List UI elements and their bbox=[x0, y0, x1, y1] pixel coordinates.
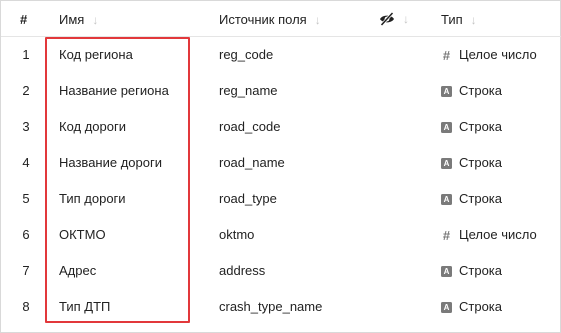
field-type-label: Целое число bbox=[459, 227, 537, 242]
string-type-icon: A bbox=[441, 85, 452, 97]
field-source: road_code bbox=[219, 119, 281, 134]
column-header-type[interactable]: Тип ↓ bbox=[441, 12, 477, 27]
field-type[interactable]: A Строка bbox=[441, 181, 502, 217]
field-source: reg_name bbox=[219, 83, 278, 98]
row-number: 1 bbox=[22, 47, 30, 62]
sort-arrow-icon[interactable]: ↓ bbox=[315, 13, 321, 27]
string-type-icon: A bbox=[441, 121, 452, 133]
field-type-label: Строка bbox=[459, 191, 503, 206]
field-source: road_type bbox=[219, 191, 277, 206]
eye-crossed-icon[interactable] bbox=[379, 12, 395, 26]
column-header-source[interactable]: Источник поля ↓ bbox=[219, 12, 321, 27]
column-header-name[interactable]: Имя ↓ bbox=[59, 12, 98, 27]
integer-type-icon: # bbox=[442, 47, 451, 63]
field-type-label: Строка bbox=[459, 299, 503, 314]
row-number: 8 bbox=[22, 299, 30, 314]
field-type-label: Строка bbox=[459, 263, 503, 278]
string-type-icon: A bbox=[441, 193, 452, 205]
sort-arrow-icon[interactable]: ↓ bbox=[92, 13, 98, 27]
field-type[interactable]: A Строка bbox=[441, 73, 502, 109]
field-type-label: Строка bbox=[459, 83, 503, 98]
fields-table: # Имя ↓ Источник поля ↓ ↓ Тип ↓ 1 Код регион… bbox=[0, 0, 561, 333]
field-source: oktmo bbox=[219, 227, 255, 242]
name-column-highlight bbox=[45, 37, 190, 323]
row-number: 2 bbox=[22, 83, 30, 98]
column-header-number: # bbox=[20, 12, 28, 27]
string-type-icon: A bbox=[441, 157, 452, 169]
row-number: 6 bbox=[22, 227, 30, 242]
column-header-source-label: Источник поля bbox=[219, 12, 307, 27]
field-type[interactable]: A Строка bbox=[441, 253, 502, 289]
row-number: 7 bbox=[22, 263, 30, 278]
field-source: crash_type_name bbox=[219, 299, 323, 314]
table-header: # Имя ↓ Источник поля ↓ ↓ Тип ↓ bbox=[1, 1, 561, 37]
field-type[interactable]: A Строка bbox=[441, 145, 502, 181]
sort-arrow-icon[interactable]: ↓ bbox=[471, 13, 477, 27]
sort-arrow-icon[interactable]: ↓ bbox=[403, 12, 409, 26]
column-header-type-label: Тип bbox=[441, 12, 463, 27]
field-type[interactable]: A Строка bbox=[441, 289, 502, 325]
field-source: road_name bbox=[219, 155, 285, 170]
field-type-label: Строка bbox=[459, 155, 503, 170]
row-number: 3 bbox=[22, 119, 30, 134]
field-source: address bbox=[219, 263, 266, 278]
field-type[interactable]: A Строка bbox=[441, 109, 502, 145]
field-type[interactable]: # Целое число bbox=[441, 37, 537, 73]
integer-type-icon: # bbox=[442, 227, 451, 243]
field-type[interactable]: # Целое число bbox=[441, 217, 537, 253]
string-type-icon: A bbox=[441, 301, 452, 313]
row-number: 4 bbox=[22, 155, 30, 170]
field-type-label: Строка bbox=[459, 119, 503, 134]
row-number: 5 bbox=[22, 191, 30, 206]
field-type-label: Целое число bbox=[459, 47, 537, 62]
string-type-icon: A bbox=[441, 265, 452, 277]
column-header-name-label: Имя bbox=[59, 12, 85, 27]
field-source: reg_code bbox=[219, 47, 274, 62]
